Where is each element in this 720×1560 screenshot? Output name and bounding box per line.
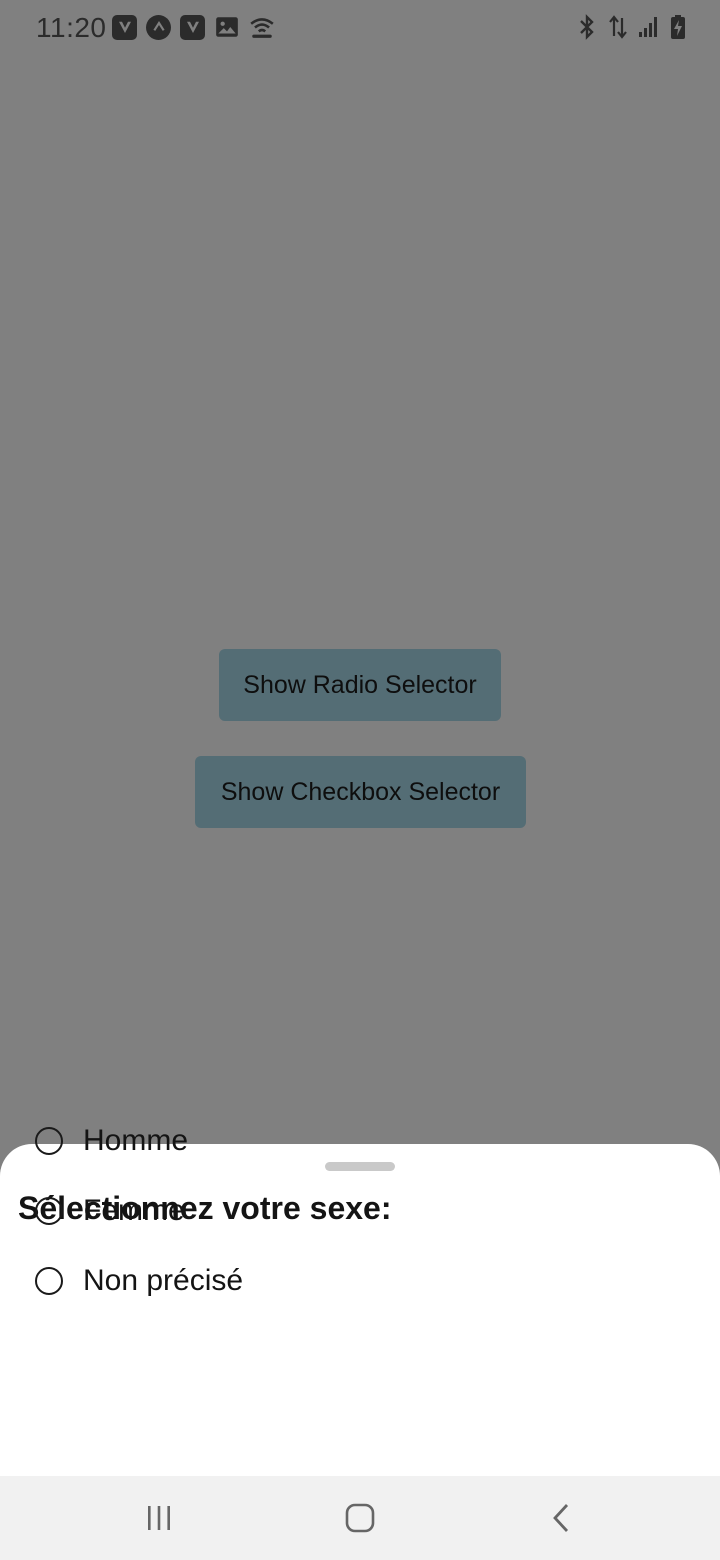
system-icons bbox=[576, 14, 686, 40]
recents-icon bbox=[148, 1506, 170, 1530]
v-app-icon bbox=[112, 14, 137, 40]
home-icon bbox=[345, 1503, 375, 1533]
radio-option-homme[interactable]: Homme bbox=[35, 1119, 188, 1163]
v-app-icon bbox=[180, 14, 205, 40]
navigation-bar bbox=[0, 1476, 720, 1560]
show-checkbox-selector-button[interactable]: Show Checkbox Selector bbox=[195, 756, 526, 828]
radio-option-femme[interactable]: Femme bbox=[35, 1189, 185, 1233]
radio-button-icon[interactable] bbox=[35, 1267, 63, 1295]
caret-app-icon bbox=[146, 14, 171, 40]
sheet-drag-handle[interactable] bbox=[325, 1162, 395, 1171]
radio-option-label: Homme bbox=[83, 1124, 189, 1157]
radio-option-non-precise[interactable]: Non précisé bbox=[35, 1259, 243, 1303]
back-button[interactable] bbox=[542, 1498, 582, 1538]
wifi-hotspot-icon bbox=[250, 18, 274, 38]
bluetooth-icon bbox=[580, 14, 594, 40]
back-chevron-icon bbox=[553, 1504, 569, 1532]
radio-button-icon[interactable] bbox=[35, 1197, 63, 1225]
signal-icon bbox=[639, 17, 657, 37]
data-transfer-icon bbox=[609, 15, 627, 39]
radio-button-icon[interactable] bbox=[35, 1127, 63, 1155]
notification-icons bbox=[112, 14, 275, 40]
main-content: Show Radio Selector Show Checkbox Select… bbox=[0, 56, 720, 1144]
image-icon bbox=[216, 17, 238, 37]
show-radio-selector-button[interactable]: Show Radio Selector bbox=[219, 649, 501, 721]
radio-option-label: Non précisé bbox=[83, 1264, 244, 1297]
home-button[interactable] bbox=[340, 1498, 380, 1538]
status-time: 11:20 bbox=[36, 12, 107, 43]
battery-charging-icon bbox=[671, 15, 685, 39]
status-bar: 11:20 bbox=[0, 0, 720, 56]
recent-apps-button[interactable] bbox=[139, 1498, 179, 1538]
radio-option-label: Femme bbox=[83, 1194, 185, 1227]
